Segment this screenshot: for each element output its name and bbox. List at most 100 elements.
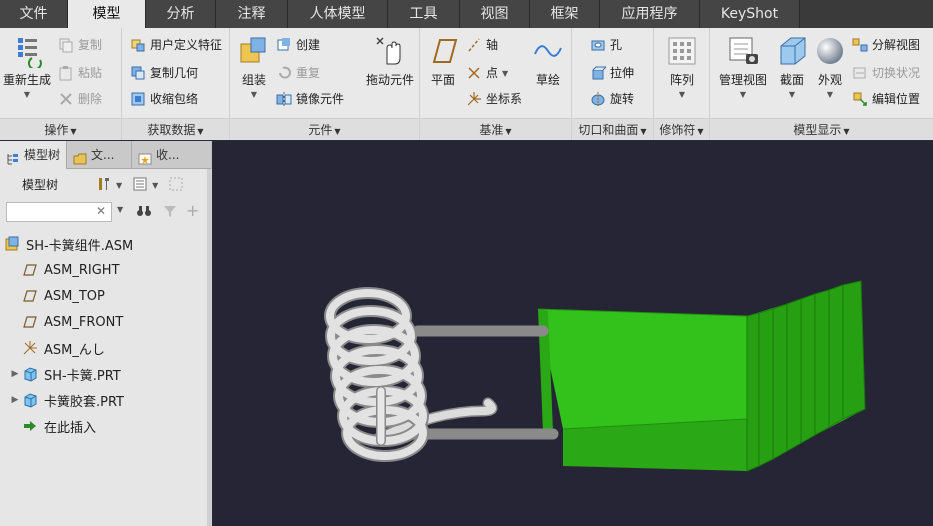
left-panel-scrollbar[interactable] (207, 169, 212, 526)
pattern-button[interactable]: 阵列 ▼ (664, 34, 700, 99)
extrude-label: 拉伸 (610, 66, 635, 80)
extrude-icon (590, 65, 608, 81)
expand-arrow-icon[interactable]: ▶ (8, 369, 22, 379)
repeat-button[interactable]: 重复 (276, 64, 320, 81)
revolve-button[interactable]: 旋转 (590, 90, 634, 107)
tab-model[interactable]: 模型 (68, 0, 146, 28)
paste-label: 粘贴 (78, 66, 103, 80)
edit-position-label: 编辑位置 (872, 92, 921, 106)
pattern-grid-icon (665, 34, 699, 68)
binoculars-icon[interactable] (136, 203, 152, 219)
assembly-icon (4, 236, 20, 252)
tree-node-label: 卡簧胶套.PRT (44, 394, 124, 410)
chevron-down-icon[interactable]: ▼ (116, 181, 122, 190)
model-tree-icon (6, 148, 20, 165)
ribbon: 重新生成 ▼ 复制 粘贴 删除 操作 ▼ 用户定义特征 复制几何 收缩包络 获取… (0, 28, 933, 140)
copy-label: 复制 (78, 38, 103, 52)
sketch-label: 草绘 (535, 73, 560, 87)
shrinkwrap-label: 收缩包络 (150, 92, 199, 106)
tab-file[interactable]: 文件 (0, 0, 68, 28)
tree-node[interactable]: ▶ SH-卡簧.PRT (0, 361, 208, 387)
tab-analysis[interactable]: 分析 (146, 0, 216, 28)
tab-favorites[interactable]: 收... (132, 141, 197, 169)
sketch-button[interactable]: 草绘 (530, 34, 566, 88)
plane-label: 平面 (430, 73, 455, 87)
tab-tools[interactable]: 工具 (388, 0, 460, 28)
udf-button[interactable]: 用户定义特征 (130, 36, 222, 53)
datum-plane-icon (22, 314, 38, 330)
tree-node[interactable]: ASM_TOP (0, 283, 208, 309)
folder-icon (73, 148, 87, 165)
tab-model-tree-label: 模型树 (24, 148, 61, 162)
toggle-status-button[interactable]: 切换状况 (852, 64, 920, 81)
axis-label: 轴 (486, 38, 499, 52)
graphics-viewport[interactable] (213, 141, 933, 526)
chevron-down-icon: ▼ (678, 90, 686, 99)
tab-folder-browser[interactable]: 文... (67, 141, 133, 169)
delete-button[interactable]: 删除 (58, 90, 102, 107)
plane-button[interactable]: 平面 (426, 34, 460, 88)
edit-position-button[interactable]: 编辑位置 (852, 90, 920, 107)
components-group-label[interactable]: 元件 ▼ (230, 118, 419, 140)
tree-columns-icon[interactable] (132, 176, 148, 192)
add-filter-icon[interactable]: + (186, 201, 199, 220)
datum-group-label[interactable]: 基准 ▼ (420, 118, 571, 140)
hole-icon (590, 37, 606, 53)
modifiers-group-label[interactable]: 修饰符 ▼ (654, 118, 709, 140)
toggle-status-icon (852, 65, 868, 81)
point-button[interactable]: 点 ▼ (466, 64, 508, 81)
chevron-down-icon[interactable]: ▼ (117, 205, 123, 214)
copy-geometry-button[interactable]: 复制几何 (130, 64, 198, 81)
tree-node[interactable]: ASM_FRONT (0, 309, 208, 335)
operations-group-label[interactable]: 操作 ▼ (0, 118, 121, 140)
create-button[interactable]: 创建 (276, 36, 320, 53)
hole-button[interactable]: 孔 (590, 36, 622, 53)
tab-framework[interactable]: 框架 (530, 0, 600, 28)
extrude-button[interactable]: 拉伸 (590, 64, 634, 81)
tree-node[interactable]: ASM_RIGHT (0, 257, 208, 283)
tab-view[interactable]: 视图 (460, 0, 530, 28)
section-button[interactable]: 截面 ▼ (774, 34, 810, 99)
filter-icon[interactable] (162, 203, 178, 219)
tab-applications[interactable]: 应用程序 (600, 0, 700, 28)
tab-manikin[interactable]: 人体模型 (288, 0, 388, 28)
tree-node[interactable]: 在此插入 (0, 413, 208, 439)
tab-model-tree[interactable]: 模型树 (0, 141, 68, 169)
expand-arrow-icon[interactable]: ▶ (8, 395, 22, 405)
model-display-group-label[interactable]: 模型显示 ▼ (710, 118, 933, 140)
mirror-component-button[interactable]: 镜像元件 (276, 90, 344, 107)
tab-annotate[interactable]: 注释 (216, 0, 288, 28)
delete-label: 删除 (78, 92, 103, 106)
csys-button[interactable]: 坐标系 (466, 90, 522, 107)
tab-folder-browser-label: 文... (91, 148, 115, 162)
explode-view-icon (852, 37, 868, 53)
axis-button[interactable]: 轴 (466, 36, 498, 53)
manage-views-button[interactable]: 管理视图 ▼ (714, 34, 772, 99)
tree-node[interactable]: ASM_んし (0, 335, 208, 361)
appearance-button[interactable]: 外观 ▼ (814, 34, 846, 99)
tree-node[interactable]: ▶ 卡簧胶套.PRT (0, 387, 208, 413)
group-operations: 重新生成 ▼ 复制 粘贴 删除 操作 ▼ (0, 28, 122, 140)
chevron-down-icon: ▼ (502, 69, 509, 78)
tree-filter-disabled-icon[interactable] (168, 176, 184, 192)
regenerate-button[interactable]: 重新生成 ▼ (2, 34, 52, 99)
clip-sleeve-part (537, 280, 866, 472)
tree-node[interactable]: SH-卡簧组件.ASM (0, 231, 208, 257)
chevron-down-icon[interactable]: ▼ (152, 181, 158, 190)
settings-tools-icon[interactable] (96, 176, 112, 192)
get-data-group-label[interactable]: 获取数据 ▼ (122, 118, 229, 140)
drag-component-button[interactable]: 拖动元件 (362, 34, 418, 88)
edit-position-icon (852, 91, 868, 107)
group-get-data: 用户定义特征 复制几何 收缩包络 获取数据 ▼ (122, 28, 230, 140)
cut-surface-group-label[interactable]: 切口和曲面 ▼ (572, 118, 653, 140)
tab-keyshot[interactable]: KeyShot (700, 0, 800, 28)
copy-button[interactable]: 复制 (58, 36, 102, 53)
datum-plane-icon (22, 262, 38, 278)
shrinkwrap-button[interactable]: 收缩包络 (130, 90, 198, 107)
3d-model-render (324, 280, 866, 472)
assemble-button[interactable]: 组装 ▼ (236, 34, 272, 99)
explode-view-label: 分解视图 (872, 38, 921, 52)
paste-button[interactable]: 粘贴 (58, 64, 102, 81)
explode-view-button[interactable]: 分解视图 (852, 36, 920, 53)
clear-search-icon[interactable]: ✕ (96, 204, 106, 218)
